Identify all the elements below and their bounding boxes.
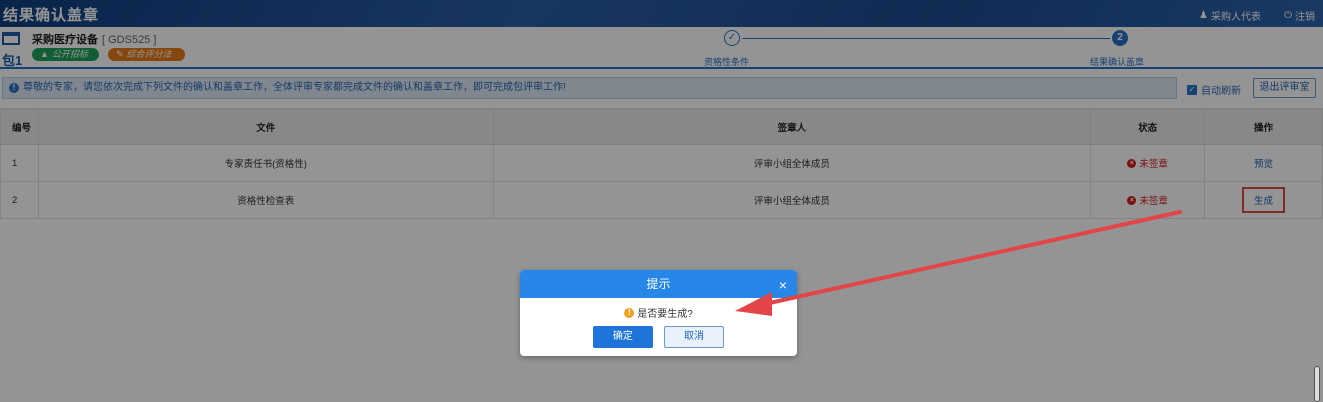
cancel-button[interactable]: 取消 [664, 326, 725, 348]
confirm-button[interactable]: 确定 [592, 326, 653, 348]
dialog-title: 提示 [646, 277, 671, 291]
close-icon[interactable]: × [779, 271, 787, 299]
dialog-buttons: 确定 取消 [520, 326, 797, 348]
dialog-header: 提示 × [520, 270, 797, 298]
confirm-dialog: 提示 × ! 是否要生成? 确定 取消 [520, 270, 797, 356]
scrollbar[interactable] [1314, 366, 1320, 402]
dialog-message-text: 是否要生成? [637, 309, 693, 320]
warning-icon: ! [624, 307, 635, 318]
dialog-message: ! 是否要生成? [520, 305, 797, 320]
